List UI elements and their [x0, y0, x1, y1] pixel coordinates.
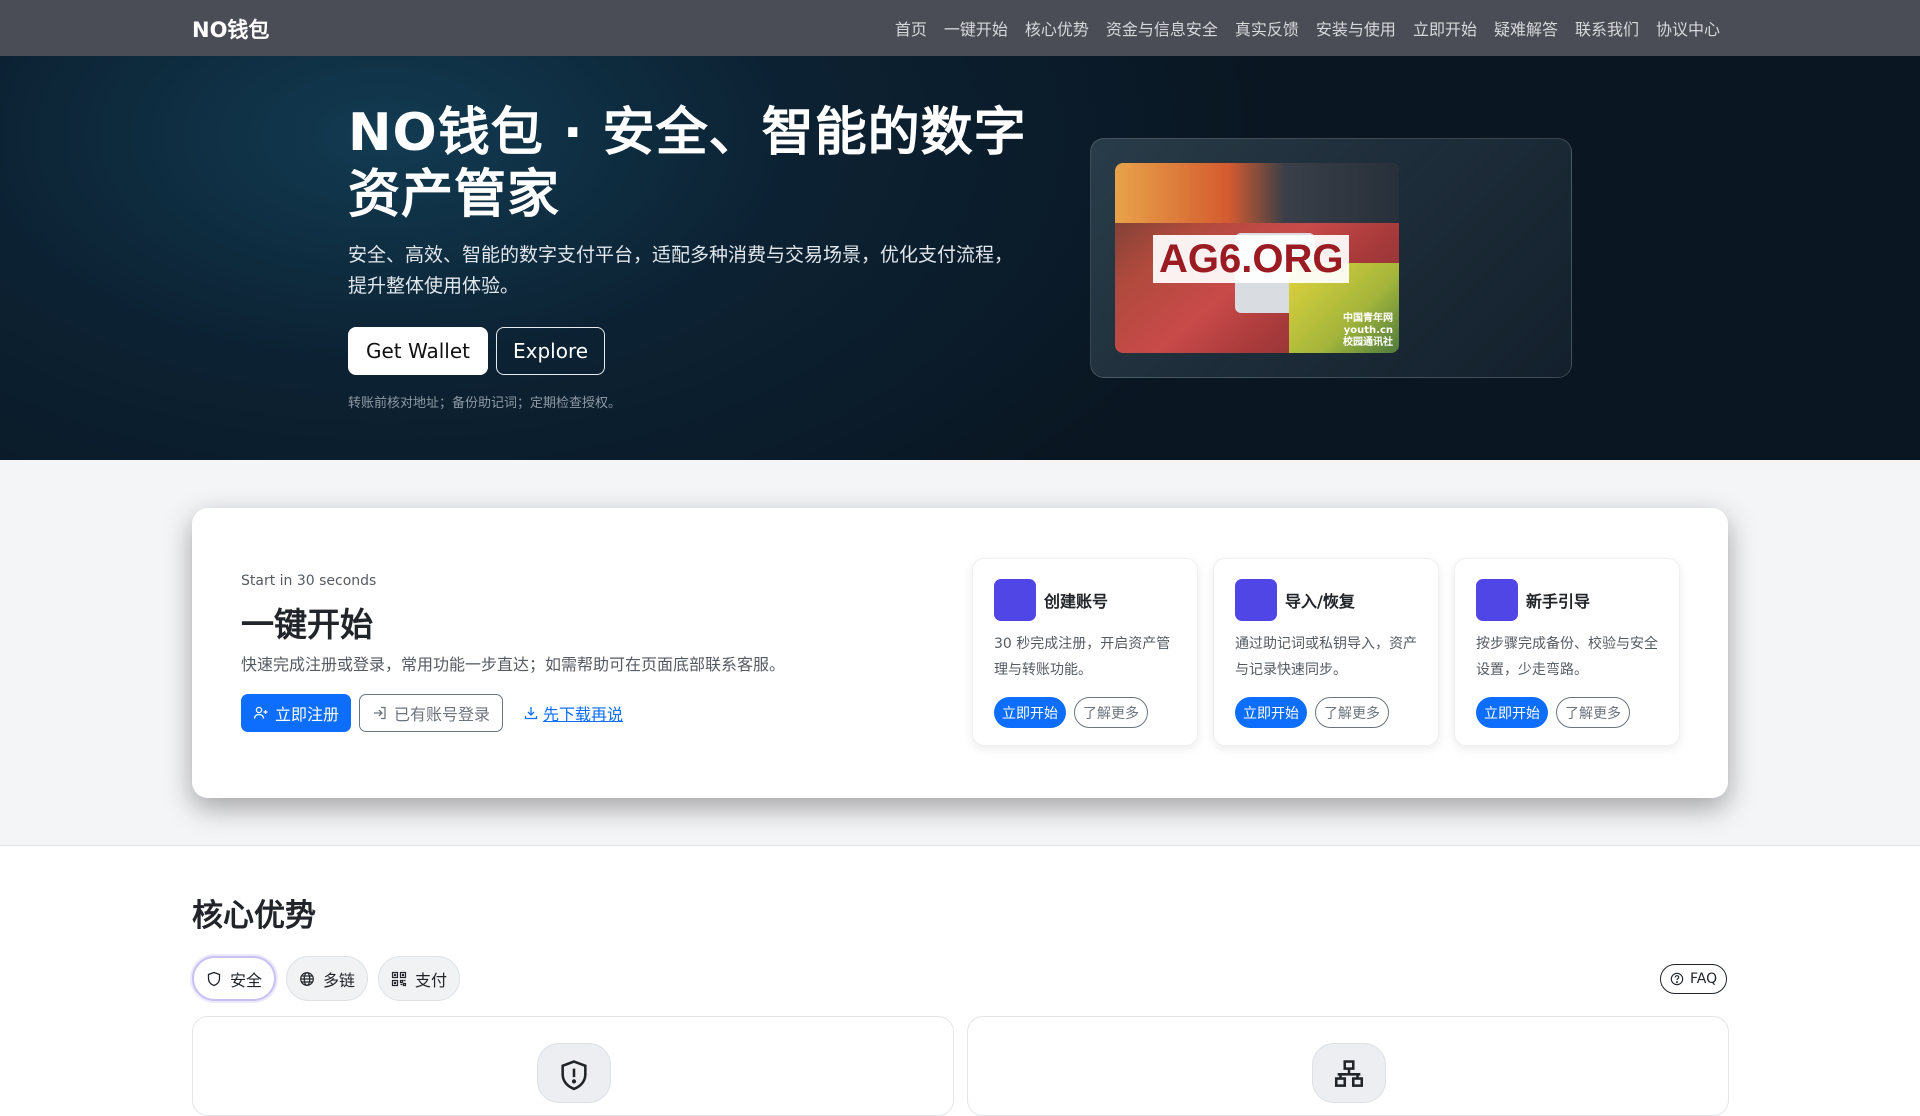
create-account-start-button[interactable]: 立即开始: [994, 697, 1066, 728]
card-icon-square: [1476, 579, 1518, 621]
globe-icon: [300, 971, 314, 986]
get-wallet-button[interactable]: Get Wallet: [348, 327, 489, 375]
question-circle-icon: [1670, 972, 1684, 986]
tab-payment-label: 支付: [415, 970, 448, 990]
tab-multichain[interactable]: 多链: [286, 956, 369, 1001]
quickstart-card: Start in 30 seconds 一键开始 快速完成注册或登录，常用功能一…: [192, 508, 1728, 798]
core-tabs: 安全 多链 支付: [192, 956, 461, 1001]
nav-link-feedback[interactable]: 真实反馈: [1235, 16, 1299, 40]
create-account-header: 创建账号: [994, 579, 1108, 621]
watermark-line-2: youth.cn: [1343, 325, 1393, 336]
hero-safety-note: 转账前核对地址；备份助记词；定期检查授权。: [348, 396, 622, 411]
nav-link-security[interactable]: 资金与信息安全: [1106, 16, 1218, 40]
quickstart-section: Start in 30 seconds 一键开始 快速完成注册或登录，常用功能一…: [0, 460, 1920, 846]
tab-security[interactable]: 安全: [192, 956, 277, 1001]
quickstart-buttons: 立即注册 已有账号登录 先下载再说: [241, 694, 635, 732]
beginner-guide-start-button[interactable]: 立即开始: [1476, 697, 1548, 728]
beginner-guide-buttons: 立即开始 了解更多: [1476, 697, 1630, 728]
feature-icon-wrapper: [1312, 1043, 1386, 1103]
tab-multichain-label: 多链: [323, 970, 356, 990]
shield-exclamation-icon: [561, 1060, 587, 1091]
feature-icon-wrapper: [537, 1043, 611, 1103]
nav-link-start[interactable]: 立即开始: [1413, 16, 1477, 40]
login-label: 已有账号登录: [394, 705, 491, 724]
download-label: 先下载再说: [543, 705, 624, 724]
feature-card-multichain: [967, 1016, 1729, 1116]
download-link[interactable]: 先下载再说: [511, 694, 635, 732]
quickstart-title: 一键开始: [241, 605, 373, 644]
tab-security-label: 安全: [230, 970, 263, 990]
card-icon-square: [994, 579, 1036, 621]
download-icon: [524, 707, 538, 720]
nav-link-quickstart[interactable]: 一键开始: [944, 16, 1008, 40]
hero-section: NO钱包 · 安全、智能的数字资产管家 安全、高效、智能的数字支付平台，适配多种…: [0, 56, 1920, 460]
nav-links: 首页 一键开始 核心优势 资金与信息安全 真实反馈 安装与使用 立即开始 疑难解…: [895, 0, 1720, 56]
hero-buttons: Get Wallet Explore: [348, 327, 606, 375]
image-shelf-area: [1115, 163, 1399, 223]
image-watermark: 中国青年网 youth.cn 校园通讯社: [1343, 313, 1393, 349]
beginner-guide-more-button[interactable]: 了解更多: [1556, 697, 1630, 728]
hero-image-card: AG6.ORG 中国青年网 youth.cn 校园通讯社: [1090, 138, 1572, 378]
create-account-title: 创建账号: [1044, 592, 1109, 611]
register-label: 立即注册: [275, 705, 340, 724]
core-advantages-title: 核心优势: [192, 898, 316, 934]
beginner-guide-text: 按步骤完成备份、校验与安全设置，少走弯路。: [1476, 636, 1658, 678]
quickstart-description: 快速完成注册或登录，常用功能一步直达；如需帮助可在页面底部联系客服。: [241, 655, 786, 674]
tab-payment[interactable]: 支付: [378, 956, 461, 1001]
shield-icon: [207, 971, 221, 986]
user-plus-icon: [253, 706, 268, 719]
quickstart-kicker: Start in 30 seconds: [241, 573, 377, 589]
login-button[interactable]: 已有账号登录: [359, 694, 504, 732]
import-restore-card: 导入/恢复 通过助记词或私钥导入，资产与记录快速同步。 立即开始 了解更多: [1213, 558, 1439, 746]
hero-subtitle: 安全、高效、智能的数字支付平台，适配多种消费与交易场景，优化支付流程，提升整体使…: [348, 244, 1014, 297]
create-account-buttons: 立即开始 了解更多: [994, 697, 1148, 728]
top-navbar: NO钱包 首页 一键开始 核心优势 资金与信息安全 真实反馈 安装与使用 立即开…: [0, 0, 1920, 56]
login-icon: [374, 706, 386, 720]
import-restore-text: 通过助记词或私钥导入，资产与记录快速同步。: [1235, 636, 1417, 678]
brand-logo[interactable]: NO钱包: [192, 14, 269, 44]
nav-link-advantages[interactable]: 核心优势: [1025, 16, 1089, 40]
qr-code-icon: [391, 971, 407, 986]
watermark-line-1: 中国青年网: [1343, 313, 1393, 324]
nav-link-home[interactable]: 首页: [895, 16, 927, 40]
beginner-guide-header: 新手引导: [1476, 579, 1590, 621]
beginner-guide-card: 新手引导 按步骤完成备份、校验与安全设置，少走弯路。 立即开始 了解更多: [1454, 558, 1680, 746]
faq-button[interactable]: FAQ: [1660, 964, 1728, 994]
create-account-more-button[interactable]: 了解更多: [1074, 697, 1148, 728]
import-restore-header: 导入/恢复: [1235, 579, 1355, 621]
network-icon: [1334, 1060, 1364, 1087]
image-overlay-label: AG6.ORG: [1153, 235, 1350, 283]
hero-title: NO钱包 · 安全、智能的数字资产管家: [348, 103, 1027, 225]
beginner-guide-title: 新手引导: [1526, 592, 1591, 611]
create-account-card: 创建账号 30 秒完成注册，开启资产管理与转账功能。 立即开始 了解更多: [972, 558, 1198, 746]
import-restore-start-button[interactable]: 立即开始: [1235, 697, 1307, 728]
register-button[interactable]: 立即注册: [241, 694, 352, 732]
watermark-line-3: 校园通讯社: [1343, 337, 1393, 348]
nav-link-install[interactable]: 安装与使用: [1316, 16, 1396, 40]
import-restore-buttons: 立即开始 了解更多: [1235, 697, 1389, 728]
nav-link-troubleshooting[interactable]: 疑难解答: [1494, 16, 1558, 40]
faq-label: FAQ: [1690, 971, 1718, 987]
card-icon-square: [1235, 579, 1277, 621]
hero-image: AG6.ORG 中国青年网 youth.cn 校园通讯社: [1115, 163, 1399, 353]
nav-link-contact[interactable]: 联系我们: [1575, 16, 1639, 40]
create-account-text: 30 秒完成注册，开启资产管理与转账功能。: [994, 636, 1171, 678]
nav-link-agreements[interactable]: 协议中心: [1656, 16, 1720, 40]
feature-card-security: [192, 1016, 954, 1116]
import-restore-title: 导入/恢复: [1285, 592, 1355, 611]
explore-button[interactable]: Explore: [496, 327, 606, 375]
import-restore-more-button[interactable]: 了解更多: [1315, 697, 1389, 728]
